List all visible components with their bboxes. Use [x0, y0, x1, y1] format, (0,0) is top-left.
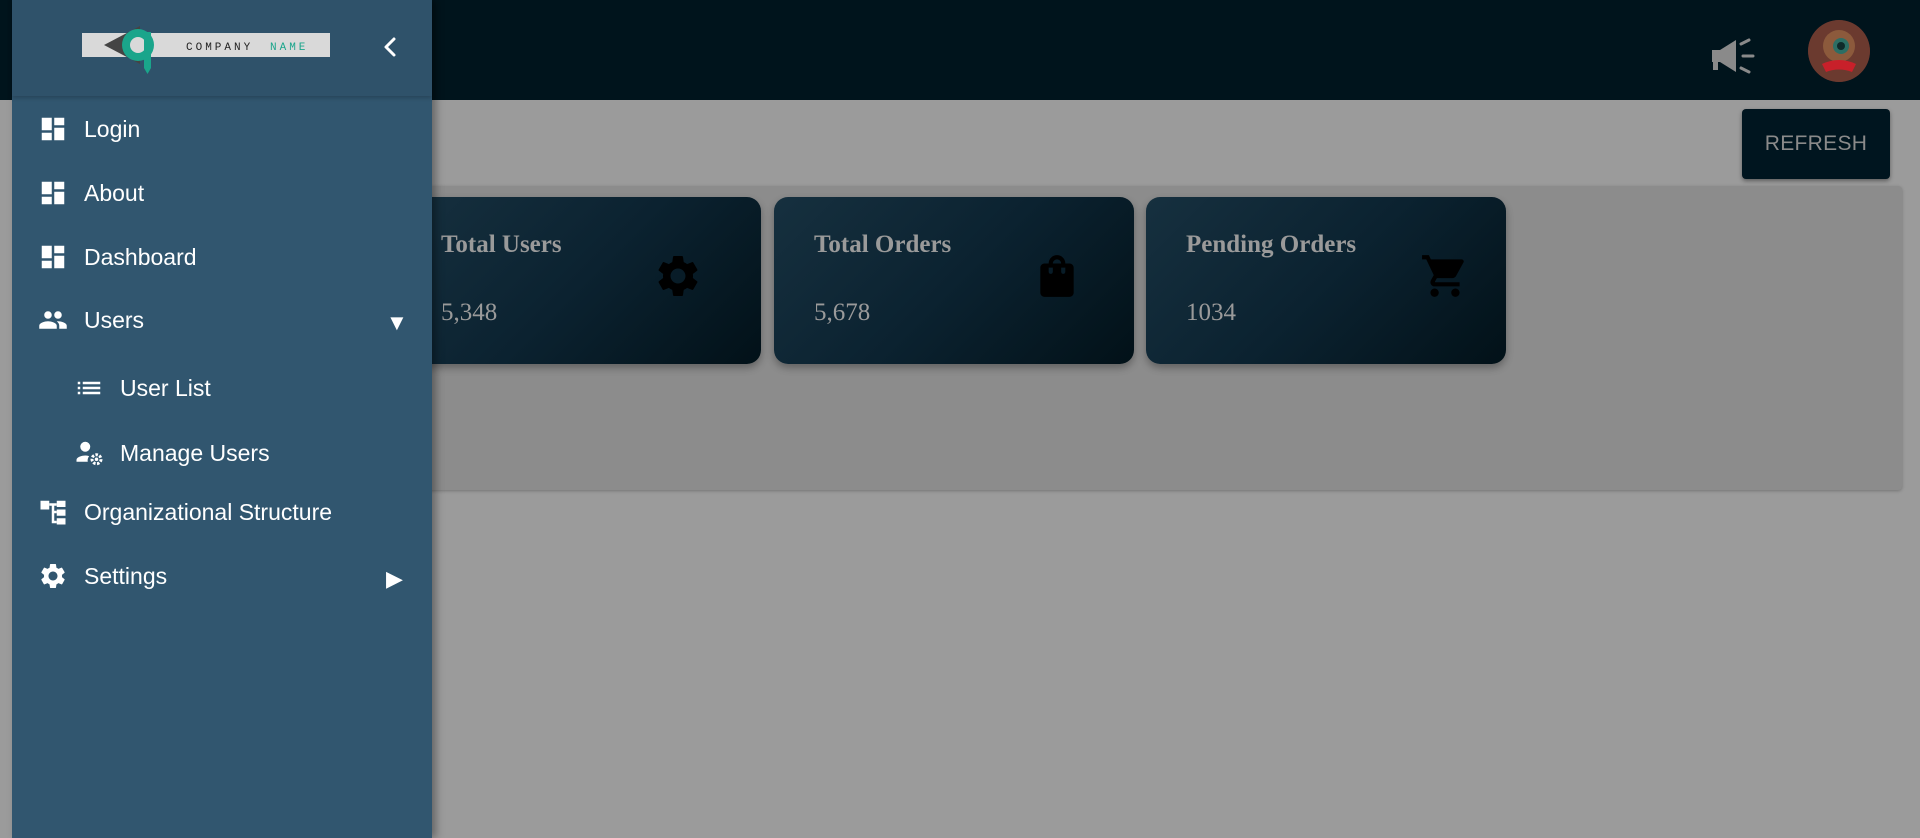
- stat-card-total-orders[interactable]: Total Orders 5,678: [774, 197, 1134, 364]
- group-icon: [39, 311, 67, 329]
- sidebar-item-organizational-structure[interactable]: Organizational Structure: [12, 484, 432, 540]
- manage-user-icon: [76, 441, 103, 466]
- stat-card-total-users[interactable]: Total Users 5,348: [401, 197, 761, 364]
- shopping-cart-icon: [1422, 255, 1464, 297]
- shopping-bag-icon: [1040, 255, 1074, 297]
- expand-arrow-icon[interactable]: ▼: [386, 310, 408, 336]
- megaphone-icon[interactable]: [1708, 36, 1756, 76]
- card-value: 5,348: [441, 299, 498, 326]
- sidebar-item-about[interactable]: About: [12, 165, 432, 221]
- list-icon: [77, 381, 101, 395]
- sidebar: COMPANY NAME Login About Dashboard Users…: [12, 0, 432, 838]
- sidebar-item-label: Users: [84, 306, 145, 333]
- sidebar-item-label: Settings: [84, 562, 168, 589]
- sidebar-item-label: User List: [120, 374, 211, 401]
- sidebar-item-login[interactable]: Login: [12, 101, 432, 157]
- logo-company-text: COMPANY: [186, 42, 253, 54]
- expand-arrow-icon[interactable]: ▶: [386, 566, 403, 592]
- company-logo[interactable]: COMPANY NAME: [82, 20, 330, 76]
- card-title: Total Orders: [814, 231, 952, 258]
- user-avatar[interactable]: [1808, 20, 1870, 82]
- dashboard-icon: [41, 245, 65, 269]
- dashboard-icon: [41, 181, 65, 205]
- sidebar-item-dashboard[interactable]: Dashboard: [12, 229, 432, 285]
- org-structure-icon: [40, 500, 66, 525]
- sidebar-item-label: Manage Users: [120, 439, 270, 466]
- sidebar-item-label: Dashboard: [84, 243, 197, 270]
- sidebar-header: COMPANY NAME: [12, 0, 432, 96]
- logo-name-text: NAME: [270, 42, 308, 54]
- dashboard-icon: [41, 117, 65, 141]
- card-value: 5,678: [814, 299, 871, 326]
- sidebar-item-users[interactable]: Users ▼: [12, 292, 432, 348]
- stat-card-pending-orders[interactable]: Pending Orders 1034: [1146, 197, 1506, 364]
- card-title: Total Users: [441, 231, 562, 258]
- sidebar-item-label: About: [84, 179, 145, 206]
- refresh-button[interactable]: REFRESH: [1742, 109, 1890, 179]
- chevron-left-icon[interactable]: [378, 34, 402, 60]
- gear-icon: [41, 564, 65, 588]
- card-title: Pending Orders: [1186, 231, 1357, 258]
- sidebar-item-label: Organizational Structure: [84, 498, 333, 525]
- sidebar-item-label: Login: [84, 115, 141, 142]
- sidebar-item-user-list[interactable]: User List: [12, 360, 432, 416]
- card-value: 1034: [1186, 299, 1236, 326]
- sidebar-item-settings[interactable]: Settings ▶: [12, 548, 432, 604]
- gear-icon: [658, 256, 698, 296]
- sidebar-item-manage-users[interactable]: Manage Users: [12, 425, 432, 481]
